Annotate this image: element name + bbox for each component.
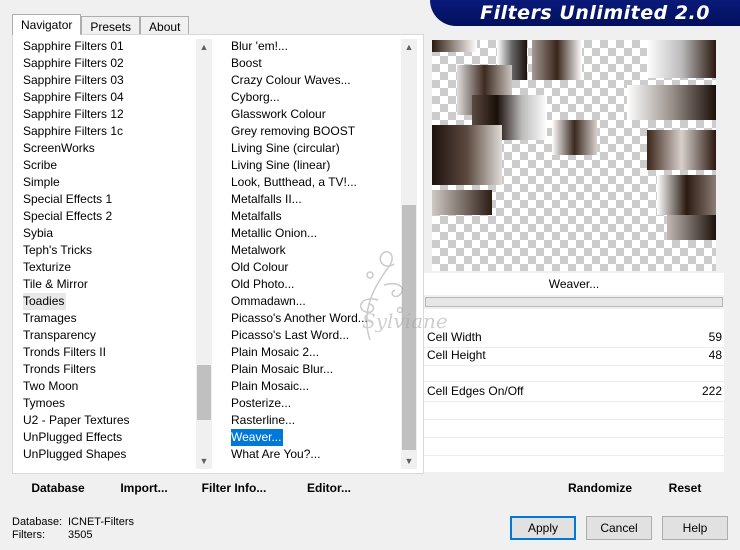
list-item[interactable]: Living Sine (linear) bbox=[231, 158, 330, 172]
tab-about[interactable]: About bbox=[140, 16, 190, 35]
list-item[interactable]: Toadies bbox=[23, 293, 67, 310]
list-item[interactable]: Tronds Filters II bbox=[23, 345, 106, 359]
scroll-up-icon[interactable]: ▲ bbox=[196, 39, 212, 55]
param-cell-height[interactable]: Cell Height 48 bbox=[424, 347, 724, 364]
list-item[interactable]: Sapphire Filters 04 bbox=[23, 90, 124, 104]
parameters-panel: Cell Width 59 Cell Height 48 Cell Edges … bbox=[424, 309, 724, 472]
list-item[interactable]: Posterize... bbox=[231, 396, 291, 410]
list-item[interactable]: Cyborg... bbox=[231, 90, 280, 104]
preview-image bbox=[432, 40, 716, 271]
list-item[interactable]: Glasswork Colour bbox=[231, 107, 326, 121]
scroll-down-icon[interactable]: ▼ bbox=[196, 453, 212, 469]
cancel-button[interactable]: Cancel bbox=[586, 516, 652, 540]
progress-bar bbox=[425, 297, 723, 307]
param-label: Cell Height bbox=[427, 348, 486, 362]
list-item[interactable]: Sapphire Filters 1c bbox=[23, 124, 123, 138]
list-item[interactable]: What Are You?... bbox=[231, 447, 320, 461]
list-item[interactable]: Teph's Tricks bbox=[23, 243, 92, 257]
help-button[interactable]: Help bbox=[662, 516, 728, 540]
list-item[interactable]: Scribe bbox=[23, 158, 57, 172]
list-item[interactable]: Special Effects 1 bbox=[23, 192, 112, 206]
app-title: Filters Unlimited 2.0 bbox=[480, 2, 710, 24]
navigator-toolbar: Database Import... Filter Info... Editor… bbox=[12, 476, 424, 500]
randomize-button[interactable]: Randomize bbox=[564, 476, 636, 495]
reset-button[interactable]: Reset bbox=[660, 476, 710, 495]
list-item[interactable]: Rasterline... bbox=[231, 413, 295, 427]
param-label: Cell Width bbox=[427, 330, 482, 344]
filters-count: 3505 bbox=[68, 529, 93, 541]
list-item[interactable]: Living Sine (circular) bbox=[231, 141, 340, 155]
preset-toolbar: Randomize Reset bbox=[424, 476, 724, 500]
param-value: 48 bbox=[708, 348, 722, 362]
scroll-thumb[interactable] bbox=[402, 205, 416, 450]
scroll-thumb[interactable] bbox=[197, 365, 211, 420]
list-item[interactable]: Simple bbox=[23, 175, 60, 189]
scroll-down-icon[interactable]: ▼ bbox=[401, 453, 417, 469]
status-info: Database: ICNET-Filters Filters: 3505 bbox=[12, 516, 134, 542]
list-item[interactable]: Look, Butthead, a TV!... bbox=[231, 175, 357, 189]
list-item[interactable]: Sapphire Filters 01 bbox=[23, 39, 124, 53]
list-item[interactable]: Sapphire Filters 03 bbox=[23, 73, 124, 87]
list-item[interactable]: Grey removing BOOST bbox=[231, 124, 355, 138]
database-button[interactable]: Database bbox=[12, 476, 104, 500]
list-item[interactable]: Picasso's Last Word... bbox=[231, 328, 349, 342]
param-value: 222 bbox=[701, 384, 722, 398]
list-item[interactable]: Old Colour bbox=[231, 260, 288, 274]
list-item[interactable]: Transparency bbox=[23, 328, 96, 342]
list-item[interactable]: Tramages bbox=[23, 311, 77, 325]
scroll-up-icon[interactable]: ▲ bbox=[401, 39, 417, 55]
list-item[interactable]: Plain Mosaic... bbox=[231, 379, 309, 393]
param-label: Cell Edges On/Off bbox=[427, 384, 524, 398]
category-scrollbar[interactable]: ▲ ▼ bbox=[196, 39, 212, 469]
list-item[interactable]: Crazy Colour Waves... bbox=[231, 73, 351, 87]
tab-presets[interactable]: Presets bbox=[81, 16, 141, 35]
list-item[interactable]: Texturize bbox=[23, 260, 71, 274]
list-item[interactable]: Tile & Mirror bbox=[23, 277, 88, 291]
list-item[interactable]: Metalwork bbox=[231, 243, 286, 257]
category-list[interactable]: Sapphire Filters 01 Sapphire Filters 02 Sa… bbox=[23, 38, 195, 470]
tab-navigator[interactable]: Navigator bbox=[12, 14, 82, 35]
list-item[interactable]: U2 - Paper Textures bbox=[23, 413, 130, 427]
database-label: Database: bbox=[12, 516, 63, 528]
list-item[interactable]: Old Photo... bbox=[231, 277, 294, 291]
param-cell-edges[interactable]: Cell Edges On/Off 222 bbox=[424, 383, 724, 400]
param-cell-width[interactable]: Cell Width 59 bbox=[424, 329, 724, 346]
list-item[interactable]: Blur 'em!... bbox=[231, 39, 288, 53]
filter-list[interactable]: Blur 'em!... Boost Crazy Colour Waves... Cy… bbox=[231, 38, 401, 470]
list-item[interactable]: Ommadawn... bbox=[231, 294, 306, 308]
list-item[interactable]: Picasso's Another Word... bbox=[231, 311, 368, 325]
filter-scrollbar[interactable]: ▲ ▼ bbox=[401, 39, 417, 469]
list-item[interactable]: Tronds Filters bbox=[23, 362, 96, 376]
list-item[interactable]: UnPlugged Effects bbox=[23, 430, 122, 444]
list-item[interactable]: Metalfalls II... bbox=[231, 192, 302, 206]
list-item[interactable]: Sybia bbox=[23, 226, 53, 240]
import-button[interactable]: Import... bbox=[104, 476, 184, 500]
list-item[interactable]: Boost bbox=[231, 56, 262, 70]
list-item[interactable]: Metalfalls bbox=[231, 209, 282, 223]
list-item[interactable]: Plain Mosaic Blur... bbox=[231, 362, 333, 376]
param-value: 59 bbox=[708, 330, 722, 344]
database-value: ICNET-Filters bbox=[68, 516, 134, 528]
list-item[interactable]: Metallic Onion... bbox=[231, 226, 317, 240]
list-item[interactable]: Sapphire Filters 02 bbox=[23, 56, 124, 70]
title-banner: Filters Unlimited 2.0 bbox=[430, 0, 740, 26]
list-item[interactable]: ScreenWorks bbox=[23, 141, 95, 155]
filter-info-button[interactable]: Filter Info... bbox=[184, 476, 284, 500]
apply-button[interactable]: Apply bbox=[510, 516, 576, 540]
list-item[interactable]: Weaver... bbox=[231, 429, 284, 446]
tab-bar: Navigator Presets About bbox=[12, 14, 190, 35]
editor-button[interactable]: Editor... bbox=[284, 476, 374, 500]
filter-name-label: Weaver... bbox=[424, 273, 724, 295]
list-item[interactable]: UnPlugged Shapes bbox=[23, 447, 126, 461]
list-item[interactable]: Tymoes bbox=[23, 396, 65, 410]
list-item[interactable]: Plain Mosaic 2... bbox=[231, 345, 319, 359]
list-item[interactable]: Special Effects 2 bbox=[23, 209, 112, 223]
filters-label: Filters: bbox=[12, 529, 45, 541]
list-item[interactable]: Two Moon bbox=[23, 379, 78, 393]
list-item[interactable]: Sapphire Filters 12 bbox=[23, 107, 124, 121]
